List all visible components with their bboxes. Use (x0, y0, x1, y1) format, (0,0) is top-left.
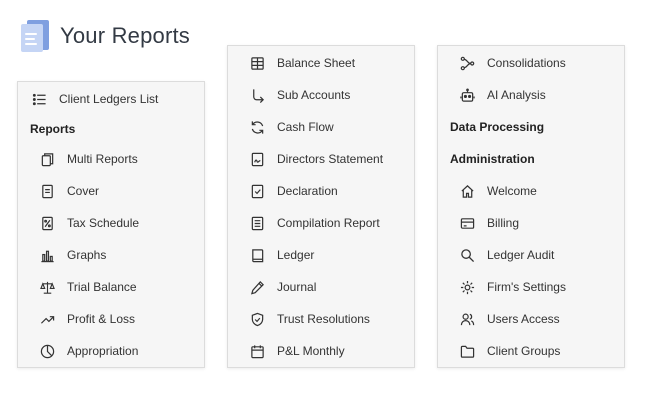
client-groups-link[interactable]: Client Groups (459, 339, 560, 363)
bar-chart-icon (39, 247, 55, 263)
table-icon (249, 55, 265, 71)
compilation-report-link[interactable]: Compilation Report (249, 211, 380, 235)
cover-link[interactable]: Cover (39, 179, 99, 203)
cash-flow-label: Cash Flow (277, 120, 334, 134)
ledger-audit-link[interactable]: Ledger Audit (459, 243, 554, 267)
billing-link[interactable]: Billing (459, 211, 519, 235)
sub-arrow-icon (249, 87, 265, 103)
calendar-icon (249, 343, 265, 359)
search-icon (459, 247, 475, 263)
reports-section-heading: Reports (30, 122, 76, 136)
declaration-link[interactable]: Declaration (249, 179, 338, 203)
users-access-label: Users Access (487, 312, 560, 326)
welcome-link[interactable]: Welcome (459, 179, 537, 203)
signature-document-icon (249, 151, 265, 167)
tax-schedule-label: Tax Schedule (67, 216, 140, 230)
home-icon (459, 183, 475, 199)
directors-statement-link[interactable]: Directors Statement (249, 147, 383, 171)
lines-document-icon (249, 215, 265, 231)
firms-settings-label: Firm's Settings (487, 280, 566, 294)
reports-logo-icon (21, 20, 49, 52)
pie-clock-icon (39, 343, 55, 359)
refresh-icon (249, 119, 265, 135)
trial-balance-link[interactable]: Trial Balance (39, 275, 137, 299)
trust-resolutions-link[interactable]: Trust Resolutions (249, 307, 370, 331)
ledger-link[interactable]: Ledger (249, 243, 314, 267)
multi-reports-label: Multi Reports (67, 152, 138, 166)
appropriation-link[interactable]: Appropriation (39, 339, 138, 363)
journal-label: Journal (277, 280, 317, 294)
reports-menu-panel: Client Ledgers List Reports Multi Report… (17, 81, 205, 368)
consolidations-link[interactable]: Consolidations (459, 51, 566, 75)
directors-statement-label: Directors Statement (277, 152, 384, 166)
ledger-label: Ledger (277, 248, 315, 262)
admin-menu-panel: Consolidations AI Analysis Data Processi… (437, 45, 625, 368)
folder-icon (459, 343, 475, 359)
percent-document-icon (39, 215, 55, 231)
profit-loss-label: Profit & Loss (67, 312, 136, 326)
trend-up-icon (39, 311, 55, 327)
pencil-icon (249, 279, 265, 295)
ai-analysis-link[interactable]: AI Analysis (459, 83, 546, 107)
statements-menu-panel: Balance Sheet Sub Accounts Cash Flow Dir… (227, 45, 415, 368)
billing-label: Billing (487, 216, 520, 230)
list-icon (31, 91, 47, 107)
credit-card-icon (459, 215, 475, 231)
ledger-audit-label: Ledger Audit (487, 248, 555, 262)
consolidations-label: Consolidations (487, 56, 566, 70)
sub-accounts-label: Sub Accounts (277, 88, 351, 102)
appropriation-label: Appropriation (67, 344, 139, 358)
pl-monthly-label: P&L Monthly (277, 344, 345, 358)
balance-sheet-label: Balance Sheet (277, 56, 356, 70)
cover-label: Cover (67, 184, 100, 198)
users-access-link[interactable]: Users Access (459, 307, 560, 331)
document-icon (39, 183, 55, 199)
scale-icon (39, 279, 55, 295)
welcome-label: Welcome (487, 184, 537, 198)
firms-settings-link[interactable]: Firm's Settings (459, 275, 566, 299)
trial-balance-label: Trial Balance (67, 280, 137, 294)
page-title: Your Reports (60, 23, 190, 48)
client-ledgers-list-label: Client Ledgers List (59, 92, 159, 106)
tax-schedule-link[interactable]: Tax Schedule (39, 211, 139, 235)
administration-heading: Administration (450, 152, 535, 166)
balance-sheet-link[interactable]: Balance Sheet (249, 51, 355, 75)
users-icon (459, 311, 475, 327)
ai-analysis-label: AI Analysis (487, 88, 546, 102)
robot-icon (459, 87, 475, 103)
data-processing-heading[interactable]: Data Processing (450, 117, 544, 137)
shield-check-icon (249, 311, 265, 327)
gear-icon (459, 279, 475, 295)
cash-flow-link[interactable]: Cash Flow (249, 115, 334, 139)
trust-resolutions-label: Trust Resolutions (277, 312, 370, 326)
declaration-label: Declaration (277, 184, 338, 198)
graphs-label: Graphs (67, 248, 107, 262)
book-icon (249, 247, 265, 263)
client-groups-label: Client Groups (487, 344, 561, 358)
journal-link[interactable]: Journal (249, 275, 316, 299)
profit-loss-link[interactable]: Profit & Loss (39, 307, 135, 331)
page-header: Your Reports (21, 18, 190, 54)
copy-icon (39, 151, 55, 167)
pl-monthly-link[interactable]: P&L Monthly (249, 339, 345, 363)
check-document-icon (249, 183, 265, 199)
sub-accounts-link[interactable]: Sub Accounts (249, 83, 350, 107)
graphs-link[interactable]: Graphs (39, 243, 106, 267)
merge-icon (459, 55, 475, 71)
client-ledgers-list-link[interactable]: Client Ledgers List (31, 87, 158, 111)
compilation-report-label: Compilation Report (277, 216, 380, 230)
multi-reports-link[interactable]: Multi Reports (39, 147, 138, 171)
